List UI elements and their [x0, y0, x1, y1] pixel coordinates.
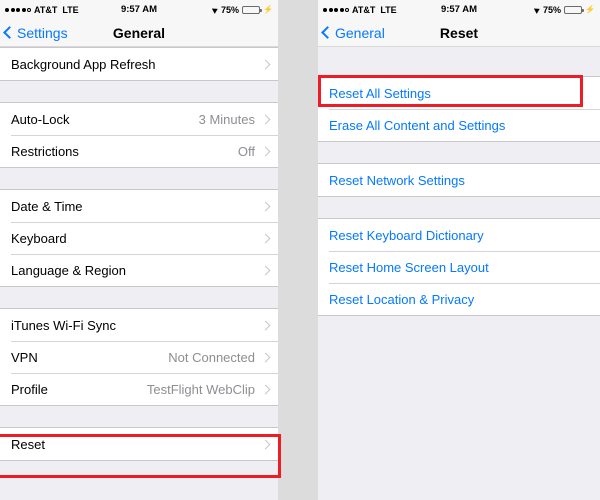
settings-group-5: Reset — [0, 427, 278, 461]
status-bar-right: AT&T LTE 9:57 AM 75% ⚡ — [318, 0, 600, 19]
chevron-right-icon — [260, 384, 271, 394]
row-label: Date & Time — [11, 198, 83, 214]
reset-group-1: Reset All Settings Erase All Content and… — [318, 76, 600, 142]
row-label: Reset — [11, 436, 45, 452]
row-value: TestFlight WebClip — [146, 381, 255, 397]
row-erase-all-content-and-settings[interactable]: Erase All Content and Settings — [318, 109, 600, 141]
battery-icon — [564, 5, 585, 14]
chevron-right-icon — [260, 352, 271, 362]
status-bar-left: AT&T LTE 9:57 AM 75% ⚡ — [0, 0, 278, 19]
carrier-label: AT&T — [352, 4, 376, 15]
signal-strength-dots-icon — [323, 7, 349, 12]
row-reset-keyboard-dictionary[interactable]: Reset Keyboard Dictionary — [318, 219, 600, 251]
battery-percent-label: 75% — [543, 4, 562, 15]
nav-bar-right: General Reset — [318, 19, 600, 47]
row-label: Reset Keyboard Dictionary — [329, 227, 484, 243]
row-label: Keyboard — [11, 230, 67, 246]
reset-group-2: Reset Network Settings — [318, 163, 600, 197]
row-vpn[interactable]: VPN Not Connected — [0, 341, 278, 373]
signal-strength-dots-icon — [5, 7, 31, 12]
row-auto-lock[interactable]: Auto-Lock 3 Minutes — [0, 103, 278, 135]
row-itunes-wifi-sync[interactable]: iTunes Wi-Fi Sync — [0, 309, 278, 341]
network-type-label: LTE — [62, 4, 79, 15]
row-reset-all-settings[interactable]: Reset All Settings — [318, 77, 600, 109]
battery-icon — [242, 5, 263, 14]
status-signal-carrier: AT&T LTE — [323, 5, 397, 15]
row-value: Off — [237, 143, 255, 159]
nav-bar-left: Settings General — [0, 19, 278, 47]
row-value: Not Connected — [168, 349, 255, 365]
settings-group-2: Auto-Lock 3 Minutes Restrictions Off — [0, 102, 278, 168]
chevron-right-icon — [260, 114, 271, 124]
row-label: Reset All Settings — [329, 85, 431, 101]
chevron-right-icon — [260, 233, 271, 243]
row-label: iTunes Wi-Fi Sync — [11, 317, 116, 333]
row-reset-location-and-privacy[interactable]: Reset Location & Privacy — [318, 283, 600, 315]
row-reset-network-settings[interactable]: Reset Network Settings — [318, 164, 600, 196]
row-label: Background App Refresh — [11, 56, 156, 72]
row-label: Erase All Content and Settings — [329, 117, 506, 133]
chevron-left-icon — [3, 26, 16, 39]
row-profile[interactable]: Profile TestFlight WebClip — [0, 373, 278, 405]
settings-group-4: iTunes Wi-Fi Sync VPN Not Connected Prof… — [0, 308, 278, 406]
row-date-and-time[interactable]: Date & Time — [0, 190, 278, 222]
back-button-general[interactable]: General — [318, 25, 385, 41]
group-spacer — [318, 197, 600, 218]
network-type-label: LTE — [380, 4, 397, 15]
status-right-cluster: 75% ⚡ — [211, 4, 273, 15]
row-label: Auto-Lock — [11, 111, 70, 127]
settings-group-1: Background App Refresh — [0, 47, 278, 81]
battery-percent-label: 75% — [221, 4, 240, 15]
chevron-left-icon — [321, 26, 334, 39]
group-spacer — [0, 168, 278, 189]
carrier-label: AT&T — [34, 4, 58, 15]
back-button-label: Settings — [17, 24, 68, 41]
lightning-bolt-icon: ⚡ — [263, 4, 273, 14]
status-signal-carrier: AT&T LTE — [5, 5, 79, 15]
chevron-right-icon — [260, 59, 271, 69]
row-reset-home-screen-layout[interactable]: Reset Home Screen Layout — [318, 251, 600, 283]
chevron-right-icon — [260, 201, 271, 211]
location-arrow-icon — [533, 5, 542, 14]
settings-list-general: Background App Refresh Auto-Lock 3 Minut… — [0, 47, 278, 500]
lightning-bolt-icon: ⚡ — [585, 4, 595, 14]
row-keyboard[interactable]: Keyboard — [0, 222, 278, 254]
left-phone-screen: AT&T LTE 9:57 AM 75% ⚡ Settings General … — [0, 0, 278, 500]
row-background-app-refresh[interactable]: Background App Refresh — [0, 48, 278, 80]
row-reset[interactable]: Reset — [0, 428, 278, 460]
row-label: Reset Location & Privacy — [329, 291, 475, 307]
row-label: VPN — [11, 349, 38, 365]
back-button-label: General — [335, 24, 385, 41]
row-label: Language & Region — [11, 262, 126, 278]
row-label: Profile — [11, 381, 48, 397]
group-spacer — [0, 406, 278, 427]
dual-screenshot-container: AT&T LTE 9:57 AM 75% ⚡ Settings General … — [0, 0, 600, 500]
chevron-right-icon — [260, 439, 271, 449]
status-right-cluster: 75% ⚡ — [533, 4, 595, 15]
settings-group-3: Date & Time Keyboard Language & Region — [0, 189, 278, 287]
row-label: Restrictions — [11, 143, 79, 159]
location-arrow-icon — [211, 5, 220, 14]
back-button-settings[interactable]: Settings — [0, 25, 68, 41]
settings-list-reset: Reset All Settings Erase All Content and… — [318, 47, 600, 500]
chevron-right-icon — [260, 146, 271, 156]
chevron-right-icon — [260, 320, 271, 330]
group-spacer — [0, 81, 278, 102]
reset-group-3: Reset Keyboard Dictionary Reset Home Scr… — [318, 218, 600, 316]
row-value: 3 Minutes — [198, 111, 255, 127]
group-spacer — [0, 287, 278, 308]
row-restrictions[interactable]: Restrictions Off — [0, 135, 278, 167]
row-label: Reset Network Settings — [329, 172, 465, 188]
row-label: Reset Home Screen Layout — [329, 259, 489, 275]
chevron-right-icon — [260, 265, 271, 275]
row-language-and-region[interactable]: Language & Region — [0, 254, 278, 286]
group-spacer — [318, 142, 600, 163]
group-spacer — [318, 47, 600, 76]
right-phone-screen: AT&T LTE 9:57 AM 75% ⚡ General Reset Res… — [318, 0, 600, 500]
